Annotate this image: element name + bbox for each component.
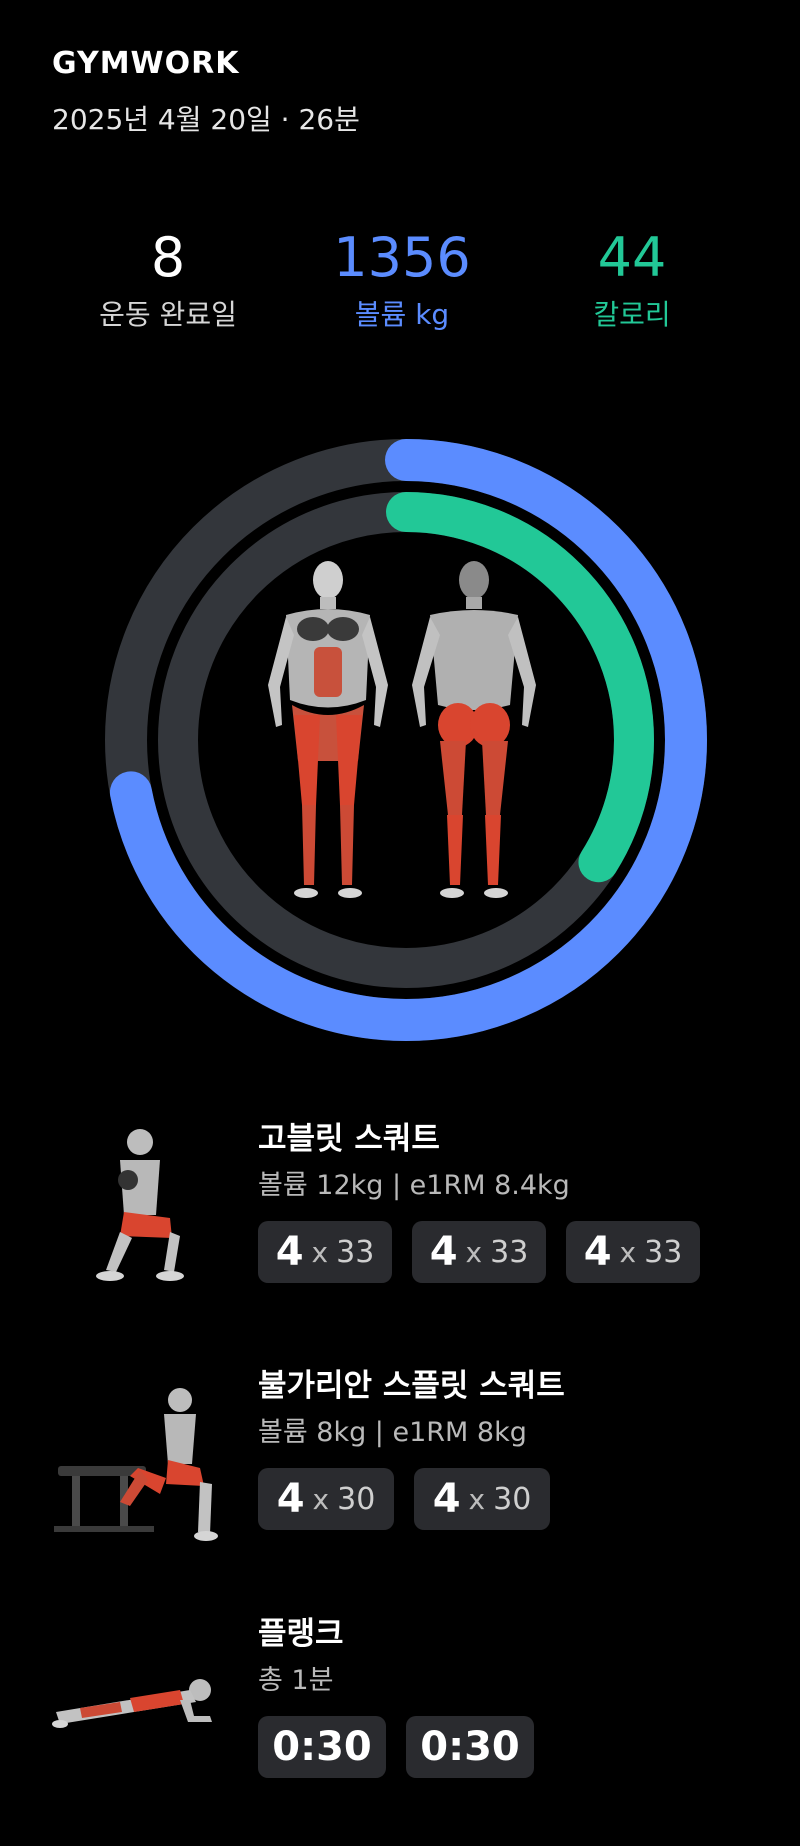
exercise-name: 고블릿 스쿼트	[258, 1121, 440, 1157]
plank-illustration	[52, 1679, 212, 1728]
set-reps: 4	[583, 1229, 612, 1275]
set-reps: 4	[432, 1476, 461, 1522]
stat-workout-days: 8 운동 완료일	[38, 225, 298, 333]
set-chip[interactable]: 4 x 30	[258, 1468, 394, 1530]
stat-label: 볼륨 kg	[354, 298, 450, 331]
exercise-volume: 볼륨 8kg | e1RM 8kg	[258, 1417, 527, 1448]
set-chip[interactable]: 4 x 33	[566, 1221, 700, 1283]
stat-value: 1356	[333, 226, 471, 289]
set-chip-list: 4 x 33 4 x 33 4 x 33	[258, 1221, 720, 1283]
stat-calories: 44 칼로리	[502, 225, 762, 333]
exercise-item-bulgarian-split-squat[interactable]: 불가리안 스플릿 스쿼트 볼륨 8kg | e1RM 8kg 4 x 30 4 x 30	[0, 1352, 800, 1552]
set-chip[interactable]: 4 x 33	[412, 1221, 546, 1283]
exercise-duration: 총 1분	[258, 1665, 334, 1696]
stat-volume: 1356 볼륨 kg	[272, 225, 532, 333]
set-weight: 33	[490, 1234, 529, 1270]
exercise-volume: 볼륨 12kg | e1RM 8.4kg	[258, 1170, 570, 1201]
set-reps: 4	[276, 1476, 305, 1522]
set-chip[interactable]: 4 x 30	[414, 1468, 550, 1530]
set-chip-list: 0:30 0:30	[258, 1716, 554, 1778]
goblet-squat-illustration	[96, 1129, 184, 1281]
muscle-body-back-illustration	[412, 561, 536, 898]
set-weight: 33	[644, 1234, 683, 1270]
set-chip[interactable]: 0:30	[258, 1716, 386, 1778]
set-chip-list: 4 x 30 4 x 30	[258, 1468, 570, 1530]
set-chip[interactable]: 0:30	[406, 1716, 534, 1778]
set-weight: 30	[493, 1481, 532, 1517]
set-multiplier: x	[619, 1235, 637, 1269]
stat-label: 운동 완료일	[99, 298, 237, 331]
stat-value: 8	[150, 226, 186, 289]
stat-value: 44	[597, 226, 667, 289]
exercise-item-goblet-squat[interactable]: 고블릿 스쿼트 볼륨 12kg | e1RM 8.4kg 4 x 33 4 x 33 4…	[0, 1105, 800, 1305]
workout-date-duration: 2025년 4월 20일 · 26분	[52, 103, 360, 136]
set-time: 0:30	[420, 1724, 520, 1770]
bulgarian-split-squat-illustration	[54, 1388, 218, 1541]
set-reps: 4	[429, 1229, 458, 1275]
exercise-item-plank[interactable]: 플랭크 총 1분 0:30 0:30	[0, 1600, 800, 1800]
exercise-name: 불가리안 스플릿 스쿼트	[258, 1368, 565, 1404]
set-time: 0:30	[272, 1724, 372, 1770]
progress-rings	[105, 439, 707, 1041]
set-multiplier: x	[311, 1235, 329, 1269]
set-weight: 30	[337, 1481, 376, 1517]
set-multiplier: x	[465, 1235, 483, 1269]
set-multiplier: x	[312, 1482, 330, 1516]
muscle-body-front-illustration	[268, 561, 388, 898]
exercise-name: 플랭크	[258, 1616, 344, 1652]
set-multiplier: x	[468, 1482, 486, 1516]
stat-label: 칼로리	[593, 298, 671, 331]
set-reps: 4	[275, 1229, 304, 1275]
set-weight: 33	[336, 1234, 375, 1270]
app-logo: GYMWORK	[52, 46, 240, 81]
set-chip[interactable]: 4 x 33	[258, 1221, 392, 1283]
